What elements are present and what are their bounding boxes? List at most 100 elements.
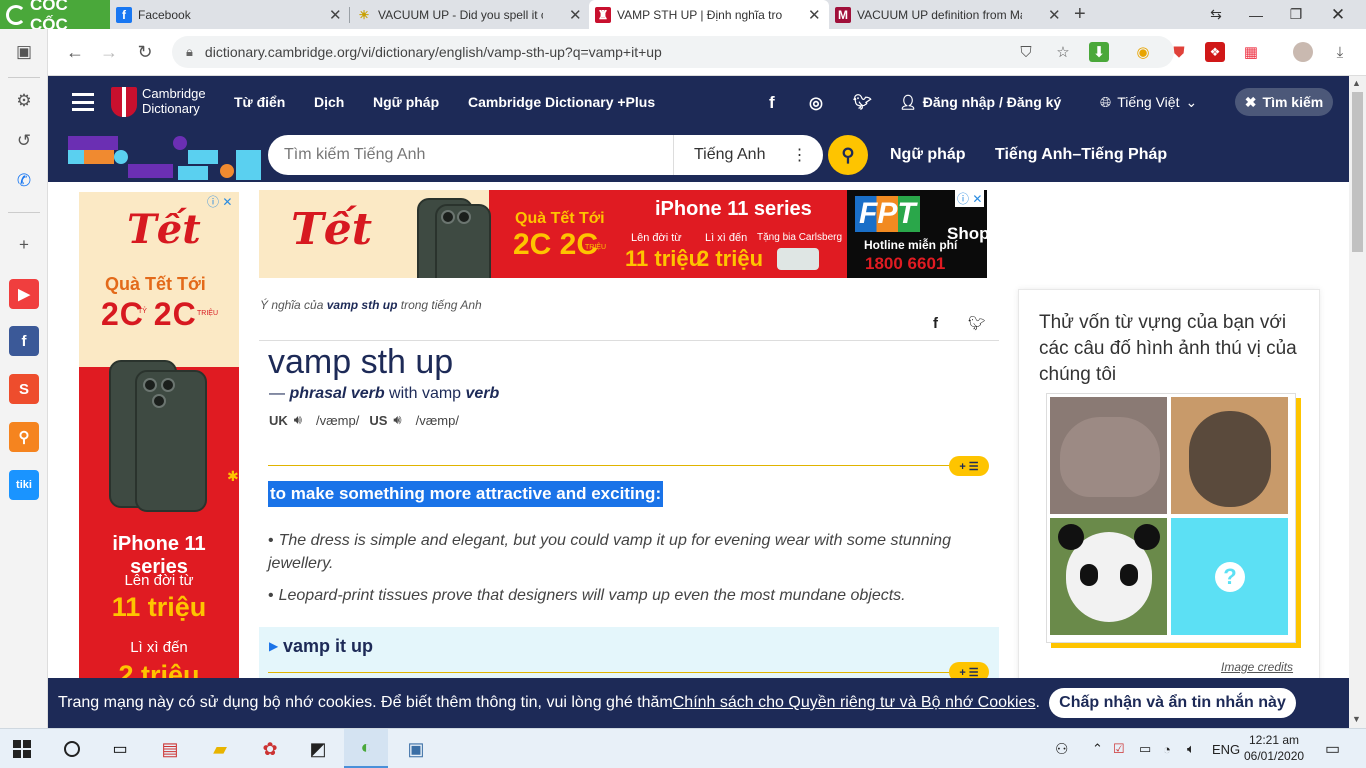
audio-speaker-icon[interactable]: 🔊︎: [294, 412, 302, 428]
reload-button[interactable]: ↻: [128, 29, 162, 76]
tray-app-icon[interactable]: ☑: [1113, 729, 1125, 768]
search-toggle-button[interactable]: ✖ Tìm kiếm: [1235, 88, 1333, 116]
coccoc-taskbar-icon[interactable]: ◐: [344, 729, 388, 768]
banner-advertisement[interactable]: Tết Quà Tết Tới 2C 2C TRIỆU iPhone 11 se…: [259, 190, 987, 278]
extension-icon[interactable]: ❖: [1205, 42, 1225, 62]
twitter-icon[interactable]: 🐦︎: [853, 93, 872, 111]
close-icon[interactable]: ✕: [329, 6, 342, 24]
task-view-icon[interactable]: ▭: [98, 729, 142, 768]
messenger-icon[interactable]: ✆: [8, 165, 40, 197]
sub-nav-english-french[interactable]: Tiếng Anh–Tiếng Pháp: [995, 128, 1167, 182]
instagram-icon[interactable]: ◎: [809, 93, 823, 113]
facebook-icon[interactable]: f: [769, 93, 775, 113]
nav-translate[interactable]: Dịch: [314, 76, 344, 128]
windows-start-icon[interactable]: [0, 729, 44, 768]
file-explorer-icon[interactable]: ▰: [198, 729, 242, 768]
search-input[interactable]: [268, 137, 673, 173]
add-icon[interactable]: +: [8, 229, 40, 261]
maximize-button[interactable]: ❐: [1276, 0, 1316, 29]
menu-icon[interactable]: [72, 93, 94, 111]
shopee-icon[interactable]: S: [9, 374, 39, 404]
audio-speaker-icon[interactable]: 🔊︎: [393, 412, 401, 428]
minimize-button[interactable]: —: [1236, 0, 1276, 29]
add-to-list-button[interactable]: + ☰: [949, 456, 989, 476]
scrollbar-thumb[interactable]: [1352, 92, 1363, 252]
chevron-up-icon[interactable]: ⌃: [1092, 729, 1103, 768]
cambridge-shield-icon[interactable]: [111, 87, 137, 117]
sticky-notes-icon[interactable]: ◩: [296, 729, 340, 768]
facebook-icon[interactable]: f: [9, 326, 39, 356]
sidebar-toggle-icon[interactable]: ▣: [8, 36, 40, 68]
input-language[interactable]: ENG: [1212, 729, 1240, 768]
ad-info-icon[interactable]: ⓘ ✕: [955, 190, 985, 207]
tab-vamp-sth-up[interactable]: ♜VAMP STH UP | Định nghĩa trong T✕: [589, 0, 829, 29]
quiz-widget[interactable]: Thử vốn từ vựng của bạn với các câu đố h…: [1018, 289, 1320, 689]
wifi-icon[interactable]: ◔: [1163, 729, 1171, 768]
accept-cookies-button[interactable]: Chấp nhận và ẩn tin nhắn này: [1049, 688, 1296, 718]
close-icon[interactable]: ✕: [569, 6, 582, 24]
settings-icon[interactable]: ⚙: [8, 85, 40, 117]
tiki-icon[interactable]: tiki: [9, 470, 39, 500]
ad-brand: Tết: [127, 206, 201, 253]
search-circle-icon[interactable]: [50, 729, 94, 768]
site-logo[interactable]: Cambridge Dictionary: [142, 86, 206, 116]
decor-shape: [84, 150, 114, 164]
battery-icon[interactable]: ▭: [1139, 729, 1151, 768]
shield-icon[interactable]: ⛉: [1016, 42, 1036, 62]
share-facebook-icon[interactable]: f: [933, 315, 938, 332]
scroll-down-icon[interactable]: ▼: [1352, 714, 1361, 724]
star-decor: ✱: [227, 468, 239, 484]
chrome-extension-icon[interactable]: ◉: [1133, 42, 1153, 62]
people-icon[interactable]: ⚇: [1055, 729, 1068, 768]
volume-icon[interactable]: 🔈︎: [1187, 729, 1195, 768]
back-button[interactable]: ←: [58, 29, 92, 76]
scroll-up-icon[interactable]: ▲: [1352, 78, 1361, 88]
close-window-button[interactable]: ✕: [1318, 0, 1358, 29]
forward-button[interactable]: →: [92, 29, 126, 76]
seal-image[interactable]: [1171, 397, 1288, 514]
new-tab-button[interactable]: +: [1074, 3, 1086, 26]
close-icon[interactable]: ✕: [808, 6, 821, 24]
part-of-speech: — phrasal verb with vamp verb: [269, 385, 500, 402]
language-select[interactable]: 🌐︎ Tiếng Việt ⌄: [1100, 76, 1197, 128]
privacy-policy-link[interactable]: Chính sách cho Quyền riêng tư và Bộ nhớ …: [673, 694, 1036, 712]
unknown-image[interactable]: ?: [1171, 518, 1288, 635]
downloads-icon[interactable]: ⤓: [1330, 42, 1350, 62]
tab-macmillan[interactable]: MVACUUM UP definition from Macm✕: [829, 0, 1067, 29]
notifications-icon[interactable]: ▭: [1325, 729, 1340, 768]
search-language-select[interactable]: Tiếng Anh ⋮: [673, 135, 823, 175]
tab-vacuum-up[interactable]: ☀VACUUM UP - Did you spell it corr✕: [350, 0, 588, 29]
image-credits-link[interactable]: Image credits: [1221, 660, 1293, 674]
search-app-icon[interactable]: ⚲: [9, 422, 39, 452]
app-icon[interactable]: ▤: [148, 729, 192, 768]
share-twitter-icon[interactable]: 🐦︎: [968, 315, 986, 332]
tab-facebook[interactable]: f Facebook ✕: [110, 0, 348, 29]
adblock-icon[interactable]: ⛊: [1169, 42, 1189, 62]
close-icon[interactable]: ✕: [1048, 6, 1061, 24]
color-extension-icon[interactable]: ▦: [1241, 42, 1261, 62]
app-icon[interactable]: ▣: [394, 729, 438, 768]
nav-grammar[interactable]: Ngữ pháp: [373, 76, 439, 128]
avatar[interactable]: [1293, 42, 1313, 62]
tab-search-icon[interactable]: ⇆: [1196, 0, 1236, 29]
search-button[interactable]: ⚲: [828, 135, 868, 175]
clock[interactable]: 12:21 am 06/01/2020: [1244, 732, 1304, 764]
login-link[interactable]: 👤︎ Đăng nhập / Đăng ký: [899, 76, 1061, 128]
history-icon[interactable]: ↺: [8, 125, 40, 157]
ad-info-icon[interactable]: ⓘ ✕: [207, 193, 232, 210]
left-advertisement[interactable]: ⓘ ✕ Tết Quà Tết Tới 2C 2C TỶ TRIỆU ✱ iPh…: [79, 192, 239, 682]
sub-nav-grammar[interactable]: Ngữ pháp: [890, 128, 966, 182]
nav-plus[interactable]: Cambridge Dictionary +Plus: [468, 76, 655, 128]
coccoc-logo[interactable]: CỐC CỐC: [0, 0, 110, 34]
camera-lens: [441, 210, 455, 224]
download-extension-icon[interactable]: ⬇: [1089, 42, 1109, 62]
example-sentence: • Leopard-print tissues prove that design…: [268, 587, 906, 604]
panda-image[interactable]: [1050, 518, 1167, 635]
macmillan-favicon: M: [835, 6, 851, 23]
idiom-title[interactable]: vamp it up: [283, 636, 373, 657]
hippo-image[interactable]: [1050, 397, 1167, 514]
bookmark-star-icon[interactable]: ☆: [1053, 42, 1073, 62]
youtube-icon[interactable]: ▶: [9, 279, 39, 309]
nav-dictionary[interactable]: Từ điển: [234, 76, 285, 128]
paint-icon[interactable]: ✿: [248, 729, 292, 768]
